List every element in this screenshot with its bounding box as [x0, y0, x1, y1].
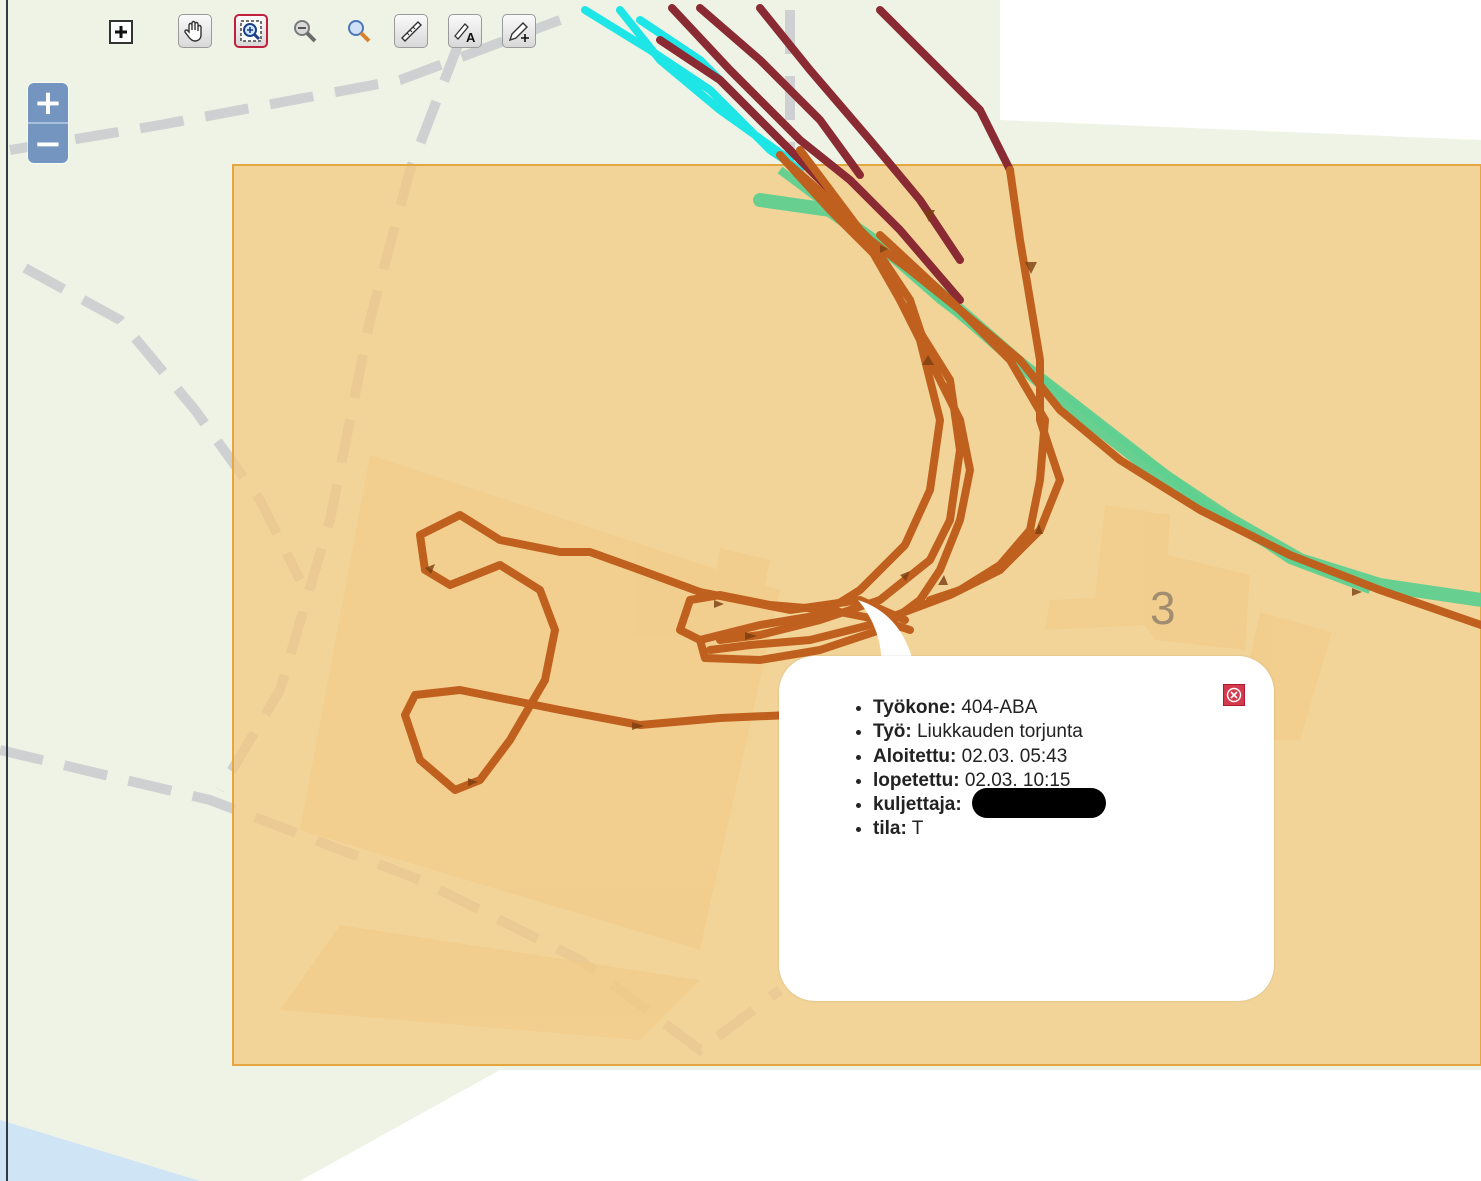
close-icon	[1226, 687, 1242, 703]
zoom-out-button[interactable]	[288, 14, 322, 48]
map-view[interactable]: 3 A + − • Työkone: 404-ABA • Työ: Liukka…	[0, 0, 1481, 1181]
building-number-label: 3	[1150, 582, 1176, 634]
ruler-icon	[401, 21, 422, 42]
pencil-plus-icon	[508, 22, 529, 42]
redaction-mark	[972, 788, 1106, 818]
zoom-in-control[interactable]: +	[28, 83, 68, 122]
magnifier-plus-icon	[348, 20, 371, 43]
add-layer-button[interactable]	[104, 14, 138, 48]
attribute-tila: tila: T	[873, 817, 1083, 841]
zoom-out-control[interactable]: −	[28, 124, 68, 163]
map-left-border	[6, 0, 8, 1181]
pan-button[interactable]	[178, 14, 212, 48]
magnifier-minus-icon	[294, 20, 317, 43]
zoom-control: + −	[28, 83, 68, 163]
zoom-box-icon	[240, 20, 262, 42]
svg-text:A: A	[466, 30, 476, 44]
attribute-tyo: Työ: Liukkauden torjunta	[873, 720, 1083, 744]
hand-icon	[184, 20, 202, 42]
zoom-box-button[interactable]	[234, 14, 268, 48]
measure-button[interactable]	[394, 14, 428, 48]
feature-attribute-list: Työkone: 404-ABA Työ: Liukkauden torjunt…	[849, 696, 1083, 842]
plus-square-icon	[109, 20, 133, 44]
map-canvas[interactable]: 3	[0, 0, 1481, 1181]
draw-button[interactable]	[502, 14, 536, 48]
attribute-aloitettu: Aloitettu: 02.03. 05:43	[873, 745, 1083, 769]
attribute-tyokone: Työkone: 404-ABA	[873, 696, 1083, 720]
annotate-text-button[interactable]: A	[448, 14, 482, 48]
feature-info-popup: Työkone: 404-ABA Työ: Liukkauden torjunt…	[779, 656, 1274, 1001]
text-pen-icon: A	[454, 23, 476, 44]
zoom-in-button[interactable]	[342, 14, 376, 48]
popup-close-button[interactable]	[1223, 684, 1245, 706]
